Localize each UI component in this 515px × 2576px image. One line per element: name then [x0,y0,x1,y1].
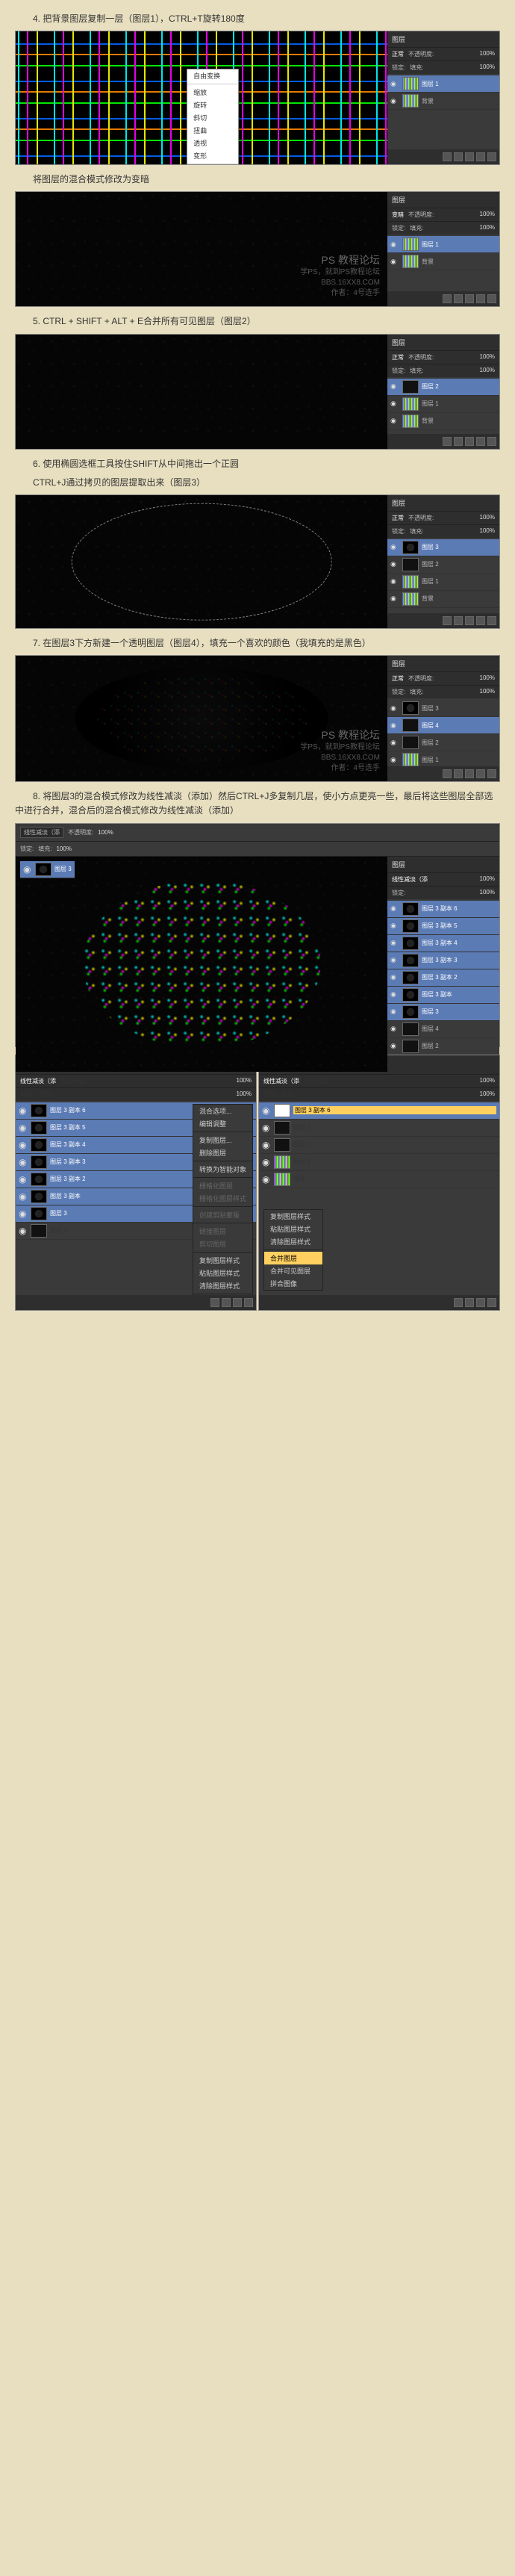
watermark-url: BBS.16XX8.COM [300,278,380,288]
canvas-dark: PS 教程论坛 学PS，就到PS教程论坛 BBS.16XX8.COM 作者：4号… [16,192,387,306]
screenshot-5: 图层 正常不透明度:100% 锁定:填充:100% ◉图层 2 ◉图层 1 ◉背… [15,334,500,450]
layer-row[interactable]: ◉图层 4 [387,717,499,734]
menu-item[interactable]: 变形 [187,149,238,162]
screenshot-8: 线性减淡（添 不透明度:100% 锁定: 填充:100% ◉图层 3 图层 线性… [15,823,500,1047]
visibility-icon[interactable]: ◉ [390,240,399,249]
layer-name-editing[interactable]: 图层 3 副本 6 [293,1106,496,1114]
layer-row[interactable]: ◉图层 1 [387,574,499,591]
layer-name: 图层 1 [422,80,496,88]
right-panel-result: 图层 线性减淡（添不透明度:100% 锁定:填充:100% ◉图层 3 副本 6… [258,1055,500,1311]
watermark: PS 教程论坛 学PS，就到PS教程论坛 BBS.16XX8.COM 作者：4号… [300,728,380,775]
watermark-sub: 学PS，就到PS教程论坛 [300,267,380,278]
layer-row[interactable]: ◉图层 3 副本 5 [387,918,499,935]
layer-row[interactable]: ◉背景 [387,413,499,430]
mini-layer-preview: ◉图层 3 [20,861,75,878]
screenshot-8-panels: 图层 线性减淡（添不透明度:100% 锁定:填充:100% ◉图层 3 副本 6… [15,1055,500,1311]
layer-row[interactable]: ◉图层 3 副本 3 [387,952,499,969]
menu-item[interactable]: 缩放 [187,86,238,99]
layers-panel: 图层 正常 不透明度: 100% 锁定: 填充: 100% ◉ 图层 1 ◉ 背景 [387,31,499,164]
selection-marquee [72,503,332,621]
layers-list: ◉ 图层 1 ◉ 背景 [387,74,499,149]
menu-item[interactable]: 自由变换 [187,69,238,82]
fill-value[interactable]: 100% [480,63,495,72]
visibility-icon[interactable]: ◉ [390,258,399,266]
step-6-text: 6. 使用椭圆选框工具按住SHIFT从中间拖出一个正圆 [15,457,500,471]
watermark-sig: 作者：4号选手 [300,288,380,299]
footer-icon[interactable] [465,152,474,161]
layer-row[interactable]: ◉图层 3 副本 2 [387,969,499,987]
trash-icon[interactable] [487,152,496,161]
layer-row[interactable]: ◉图层 3 [387,700,499,717]
footer-icon[interactable] [443,152,452,161]
step-4b-text: 将图层的混合模式修改为变暗 [15,173,500,187]
transform-context-menu[interactable]: 自由变换 缩放 旋转 斜切 扭曲 透视 变形 旋转 180 度 顺时针 90 度… [187,69,239,164]
panel-tabs: 图层 [387,31,499,47]
layer-row[interactable]: ◉图层 3 [387,539,499,556]
bright-sphere-preview [83,880,321,1048]
panel-footer [387,149,499,164]
step-5-text: 5. CTRL + SHIFT + ALT + E合并所有可见图层（图层2） [15,314,500,329]
screenshot-7: PS 教程论坛 学PS，就到PS教程论坛 BBS.16XX8.COM 作者：4号… [15,655,500,782]
layer-row[interactable]: ◉图层 2 [387,379,499,396]
menu-item[interactable]: 透视 [187,137,238,149]
sphere-preview [75,667,328,770]
visibility-icon[interactable]: ◉ [390,80,399,88]
step-7-text: 7. 在图层3下方新建一个透明图层（图层4），填充一个喜欢的颜色（我填充的是黑色… [15,636,500,651]
tab-layers[interactable]: 图层 [392,195,405,205]
blend-mode-dropdown[interactable]: 正常 [392,50,404,58]
options-bar: 线性减淡（添 不透明度:100% [16,824,499,842]
layer-row[interactable]: ◉图层 1 [387,396,499,413]
opacity-value[interactable]: 100% [480,50,495,58]
layer-row[interactable]: ◉图层 1 [387,236,499,253]
left-panel-with-menu: 图层 线性减淡（添不透明度:100% 锁定:填充:100% ◉图层 3 副本 6… [15,1055,257,1311]
canvas-maze: 自由变换 缩放 旋转 斜切 扭曲 透视 变形 旋转 180 度 顺时针 90 度… [16,31,387,164]
layer-thumbnail [402,94,419,108]
layer-row[interactable]: ◉图层 3 副本 [387,987,499,1004]
menu-merge-layers[interactable]: 合并图层 [264,1252,322,1264]
blend-mode-dropdown[interactable]: 变暗 [392,211,404,219]
step-8-text: 8. 将图层3的混合模式修改为线性减淡（添加）然后CTRL+J多复制几层，使小方… [15,789,500,818]
blend-mode-dropdown[interactable]: 线性减淡（添 [20,827,63,838]
layer-row[interactable]: ◉图层 2 [387,734,499,751]
screenshot-4b: PS 教程论坛 学PS，就到PS教程论坛 BBS.16XX8.COM 作者：4号… [15,191,500,307]
step-4-text: 4. 把背景图层复制一层（图层1），CTRL+T旋转180度 [15,12,500,26]
screenshot-4: 自由变换 缩放 旋转 斜切 扭曲 透视 变形 旋转 180 度 顺时针 90 度… [15,31,500,165]
menu-item[interactable]: 斜切 [187,111,238,124]
screenshot-6: 图层 正常不透明度:100% 锁定:填充:100% ◉图层 3 ◉图层 2 ◉图… [15,494,500,629]
menu-item[interactable]: 旋转 [187,99,238,111]
step-6b-text: CTRL+J通过拷贝的图层提取出来（图层3） [15,476,500,490]
footer-icon[interactable] [454,152,463,161]
tab-layers[interactable]: 图层 [392,34,405,44]
watermark: PS 教程论坛 学PS，就到PS教程论坛 BBS.16XX8.COM 作者：4号… [300,253,380,300]
layer-row[interactable]: ◉图层 2 [387,1038,499,1055]
layer-context-menu[interactable]: 混合选项... 编辑调整 复制图层... 删除图层 转换为智能对象 栅格化图层 … [193,1104,253,1295]
layer-context-menu-2[interactable]: 复制图层样式 粘贴图层样式 清除图层样式 合并图层 合并可见图层 拼合图像 [263,1209,323,1291]
layer-row[interactable]: ◉图层 3 副本 6 [387,901,499,918]
visibility-icon[interactable]: ◉ [390,97,399,105]
layer-row[interactable]: ◉ 图层 1 [387,75,499,93]
layer-row[interactable]: ◉ 背景 [387,93,499,110]
layer-row[interactable]: ◉图层 4 [387,1021,499,1038]
layer-row[interactable]: ◉背景 [387,591,499,608]
lock-label: 锁定: [392,63,405,72]
layers-panel: 图层 变暗不透明度:100% 锁定:填充:100% ◉图层 1 ◉背景 [387,192,499,306]
watermark-title: PS 教程论坛 [300,253,380,268]
blend-row: 正常 不透明度: 100% [387,47,499,60]
layer-row[interactable]: ◉图层 3 [387,1004,499,1021]
blend-mode-dropdown[interactable]: 正常 [392,353,404,361]
lock-row: 锁定: 填充: 100% [387,60,499,74]
layer-name: 背景 [422,97,496,105]
fill-label: 填充: [410,63,423,72]
footer-icon[interactable] [476,152,485,161]
layer-row[interactable]: ◉图层 3 副本 4 [387,935,499,952]
layer-thumbnail [402,77,419,90]
layer-row[interactable]: ◉背景 [387,253,499,270]
opacity-label: 不透明度: [408,50,434,58]
layer-row[interactable]: ◉图层 1 [387,751,499,766]
menu-item[interactable]: 扭曲 [187,124,238,137]
tab-layers[interactable]: 图层 [392,338,405,347]
layer-row[interactable]: ◉图层 2 [387,556,499,574]
